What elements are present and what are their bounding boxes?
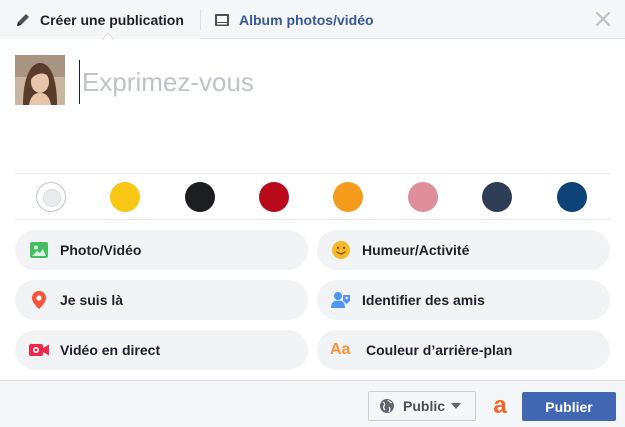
- tag-friends-icon: [330, 289, 352, 311]
- color-swatch-blue[interactable]: [557, 182, 587, 212]
- privacy-label: Public: [403, 398, 446, 414]
- photo-icon: [28, 239, 50, 261]
- background-color-label: Couleur d’arrière-plan: [366, 342, 513, 358]
- photo-album-icon: [213, 11, 231, 29]
- tab-album-label: Album photos/vidéo: [239, 11, 374, 28]
- color-swatch-yellow[interactable]: [110, 182, 140, 212]
- live-video-icon: [28, 339, 50, 361]
- photo-video-button[interactable]: Photo/Vidéo: [15, 230, 308, 270]
- tab-active-caret: [102, 33, 114, 40]
- smiley-icon: [330, 239, 352, 261]
- location-pin-icon: [28, 289, 50, 311]
- composer-tabs: Créer une publication Album photos/vidéo: [0, 0, 625, 40]
- text-color-icon: Aa: [330, 341, 351, 358]
- composer-footer: Public a Publier: [0, 380, 625, 427]
- publish-button[interactable]: Publier: [522, 392, 616, 421]
- color-swatch-red[interactable]: [259, 182, 289, 212]
- color-swatch-pink[interactable]: [408, 182, 438, 212]
- color-swatch-black[interactable]: [185, 182, 215, 212]
- photo-video-label: Photo/Vidéo: [60, 242, 142, 258]
- tag-friends-button[interactable]: Identifier des amis: [317, 280, 610, 320]
- feeling-activity-button[interactable]: Humeur/Activité: [317, 230, 610, 270]
- background-color-picker: [15, 173, 610, 220]
- globe-icon: [379, 398, 395, 414]
- post-text-input[interactable]: [79, 60, 599, 104]
- brand-a-icon[interactable]: a: [489, 394, 511, 418]
- live-video-label: Vidéo en direct: [60, 342, 161, 358]
- user-avatar[interactable]: [15, 55, 65, 105]
- color-swatch-white[interactable]: [36, 182, 66, 212]
- color-swatch-orange[interactable]: [333, 182, 363, 212]
- tab-photo-album[interactable]: Album photos/vidéo: [201, 0, 374, 39]
- tag-friends-label: Identifier des amis: [362, 292, 485, 308]
- check-in-button[interactable]: Je suis là: [15, 280, 308, 320]
- background-color-button[interactable]: Aa Couleur d’arrière-plan: [317, 330, 610, 370]
- feeling-activity-label: Humeur/Activité: [362, 242, 470, 258]
- close-icon[interactable]: [593, 9, 613, 29]
- tab-create-post[interactable]: Créer une publication: [0, 0, 200, 40]
- pencil-icon: [14, 11, 32, 29]
- privacy-selector[interactable]: Public: [368, 391, 476, 421]
- chevron-down-icon: [451, 403, 462, 409]
- live-video-button[interactable]: Vidéo en direct: [15, 330, 308, 370]
- check-in-label: Je suis là: [60, 292, 124, 308]
- brand-a-glyph: a: [493, 392, 507, 419]
- color-swatch-navy[interactable]: [482, 182, 512, 212]
- tab-create-label: Créer une publication: [40, 11, 184, 28]
